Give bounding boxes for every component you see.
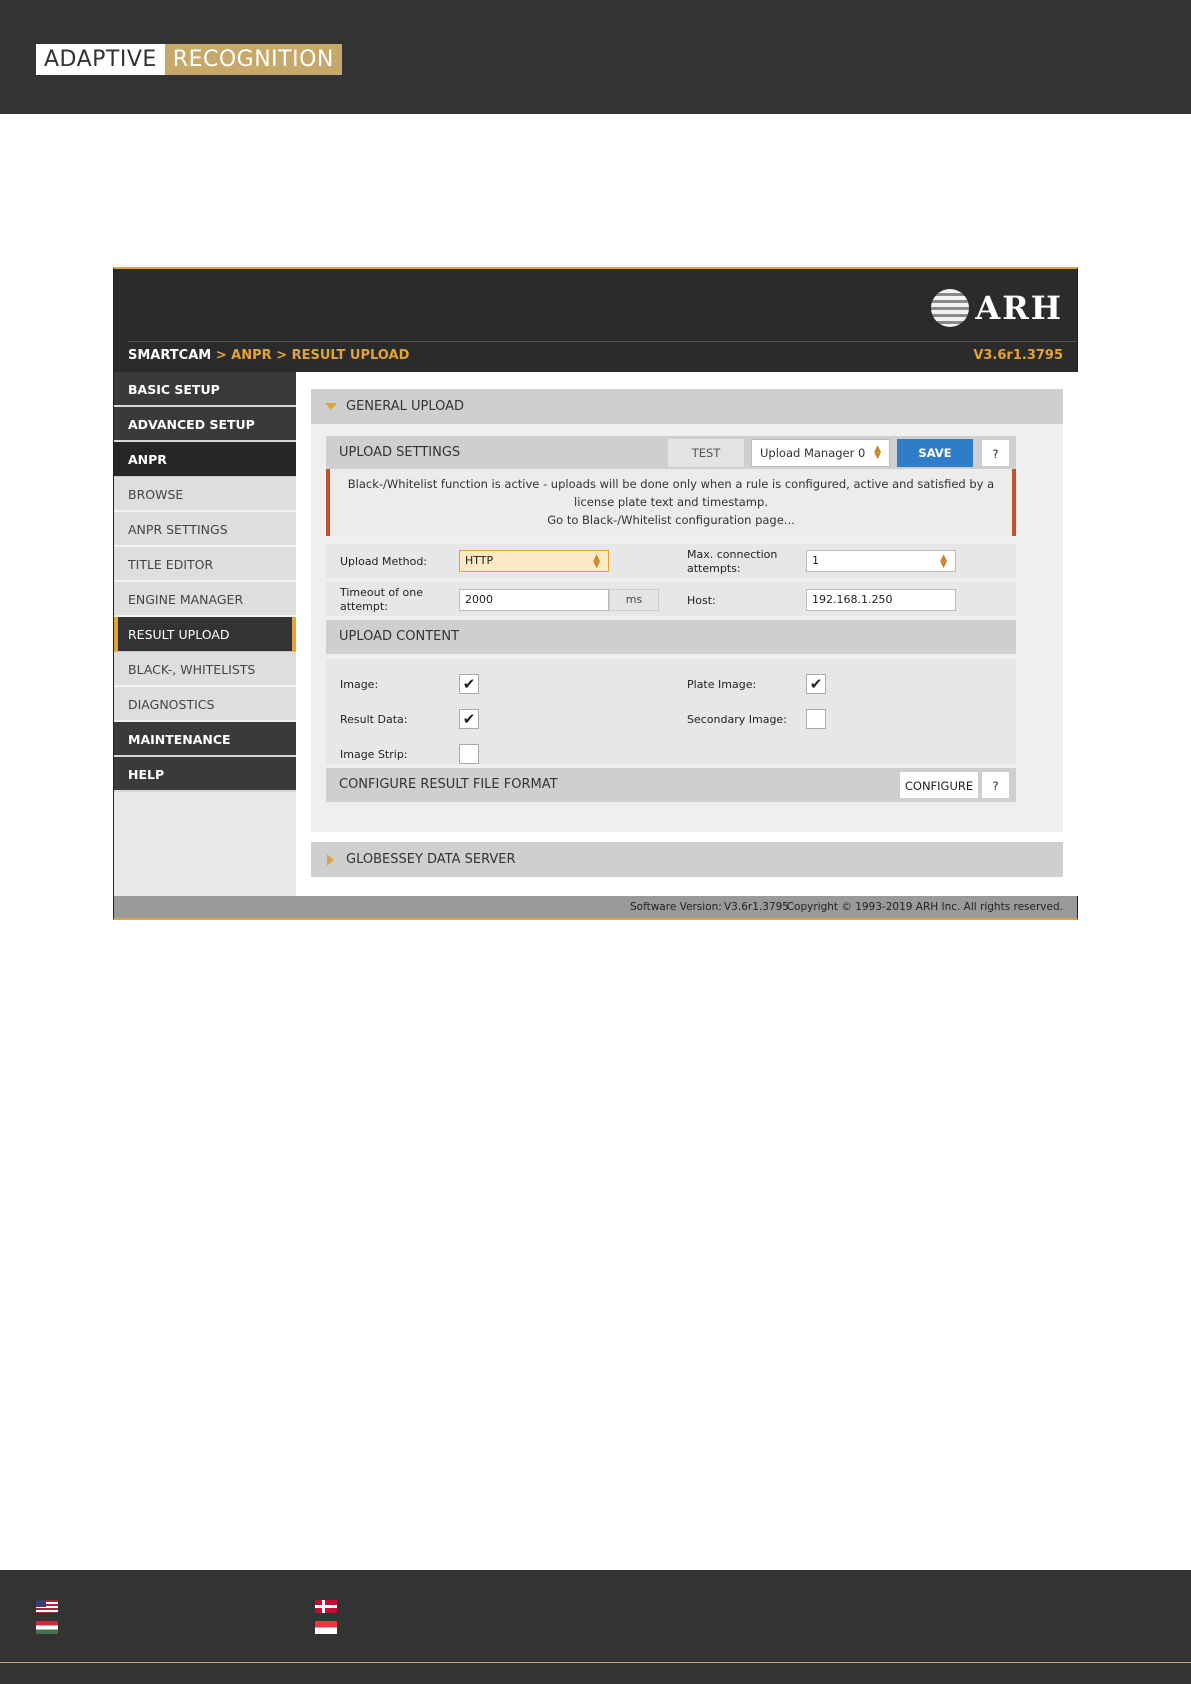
sidebar-item-anpr-settings[interactable]: ANPR SETTINGS — [114, 512, 296, 547]
flag-us-icon — [36, 1600, 58, 1613]
upload-method-select[interactable]: HTTP ▲ ▼ — [459, 550, 609, 572]
flag-dk-icon — [315, 1600, 337, 1613]
blacklist-alert: Black-/Whitelist function is active - up… — [326, 469, 1016, 536]
sidebar-item-black-whitelists[interactable]: BLACK-, WHITELISTS — [114, 652, 296, 687]
max-attempts-value: 1 — [812, 554, 819, 567]
page-header: ADAPTIVE RECOGNITION — [0, 0, 1191, 114]
timeout-label: Timeout of one attempt: — [340, 586, 423, 613]
app-header: ARH SMARTCAM > ANPR > RESULT UPLOAD V3.6… — [114, 269, 1077, 372]
main-content: GENERAL UPLOAD UPLOAD SETTINGS TEST Uplo… — [296, 372, 1078, 896]
host-input[interactable]: 192.168.1.250 — [806, 589, 956, 611]
file-format-title: CONFIGURE RESULT FILE FORMAT — [339, 777, 558, 792]
blacklist-config-link[interactable]: Go to Black-/Whitelist configuration pag… — [330, 511, 1012, 529]
triangle-right-icon — [327, 854, 334, 866]
alert-message: Black-/Whitelist function is active - up… — [347, 477, 995, 509]
upload-settings-title: UPLOAD SETTINGS — [339, 445, 461, 460]
plate-image-label: Plate Image: — [687, 678, 757, 691]
max-attempts-select[interactable]: 1 ▲ ▼ — [806, 550, 956, 572]
upload-manager-select[interactable]: Upload Manager 0 ▲ ▼ — [751, 439, 890, 467]
select-caret-icon: ▲ ▼ — [940, 553, 947, 570]
header-divider — [128, 341, 1077, 342]
breadcrumb-root[interactable]: SMARTCAM — [128, 348, 211, 363]
timeout-unit: ms — [609, 589, 659, 611]
footer-line — [0, 1662, 1191, 1663]
sidebar-item-maintenance[interactable]: MAINTENANCE — [114, 722, 296, 757]
plate-image-checkbox[interactable]: ✔ — [806, 674, 826, 694]
sidebar-item-browse[interactable]: BROWSE — [114, 477, 296, 512]
sidebar-item-advanced-setup[interactable]: ADVANCED SETUP — [114, 407, 296, 442]
triangle-down-icon — [325, 403, 337, 410]
image-label: Image: — [340, 678, 379, 691]
image-strip-checkbox[interactable] — [459, 744, 479, 764]
file-format-help-button[interactable]: ? — [981, 771, 1010, 799]
general-upload-header[interactable]: GENERAL UPLOAD — [311, 389, 1063, 424]
smartcam-screenshot: ARH SMARTCAM > ANPR > RESULT UPLOAD V3.6… — [113, 267, 1078, 920]
software-version-label: Software Version: — [630, 901, 722, 913]
flag-hu-icon — [36, 1621, 58, 1634]
sidebar-item-anpr[interactable]: ANPR — [114, 442, 296, 477]
adaptive-recognition-logo: ADAPTIVE RECOGNITION — [36, 44, 342, 75]
logo-text-left: ADAPTIVE — [36, 44, 165, 75]
breadcrumb: SMARTCAM > ANPR > RESULT UPLOAD — [128, 348, 409, 363]
result-data-checkbox[interactable]: ✔ — [459, 709, 479, 729]
sidebar-item-help[interactable]: HELP — [114, 757, 296, 792]
checkmark-icon: ✔ — [462, 710, 476, 728]
upload-content-bar: UPLOAD CONTENT — [326, 620, 1016, 654]
globessey-title: GLOBESSEY DATA SERVER — [346, 852, 516, 867]
image-strip-label: Image Strip: — [340, 748, 408, 761]
sidebar: BASIC SETUP ADVANCED SETUP ANPR BROWSE A… — [114, 372, 296, 896]
status-bar: Software Version: V3.6r1.3795 Copyright … — [114, 896, 1077, 918]
sidebar-item-diagnostics[interactable]: DIAGNOSTICS — [114, 687, 296, 722]
software-version-value: V3.6r1.3795 — [724, 901, 789, 913]
flag-sg-icon — [315, 1621, 337, 1634]
arh-logo-text: ARH — [975, 289, 1063, 327]
upload-settings-help-button[interactable]: ? — [981, 439, 1010, 467]
save-button[interactable]: SAVE — [897, 439, 973, 467]
upload-content-area — [326, 659, 1016, 764]
configure-button[interactable]: CONFIGURE — [899, 771, 979, 799]
upload-manager-value: Upload Manager 0 — [760, 446, 866, 460]
breadcrumb-path[interactable]: > ANPR > RESULT UPLOAD — [211, 348, 410, 363]
upload-method-value: HTTP — [465, 554, 494, 567]
timeout-input[interactable]: 2000 — [459, 589, 609, 611]
globessey-header[interactable]: GLOBESSEY DATA SERVER — [311, 842, 1063, 877]
sidebar-item-result-upload[interactable]: RESULT UPLOAD — [114, 617, 296, 652]
checkmark-icon: ✔ — [462, 675, 476, 693]
max-attempts-label: Max. connection attempts: — [687, 548, 778, 575]
sidebar-item-basic-setup[interactable]: BASIC SETUP — [114, 372, 296, 407]
general-upload-title: GENERAL UPLOAD — [346, 399, 465, 414]
select-caret-icon: ▲ ▼ — [874, 444, 881, 461]
version-label: V3.6r1.3795 — [973, 348, 1063, 363]
upload-content-title: UPLOAD CONTENT — [339, 629, 460, 644]
host-label: Host: — [687, 594, 716, 607]
page-footer — [0, 1570, 1191, 1684]
arh-logo: ARH — [931, 289, 1063, 327]
logo-text-right: RECOGNITION — [164, 44, 342, 75]
ball-logo-icon — [931, 289, 970, 327]
test-button[interactable]: TEST — [668, 439, 744, 467]
copyright-text: Copyright © 1993-2019 ARH Inc. All right… — [786, 901, 1063, 913]
result-data-label: Result Data: — [340, 713, 408, 726]
image-checkbox[interactable]: ✔ — [459, 674, 479, 694]
secondary-image-checkbox[interactable] — [806, 709, 826, 729]
secondary-image-label: Secondary Image: — [687, 713, 787, 726]
checkmark-icon: ✔ — [809, 675, 823, 693]
sidebar-item-title-editor[interactable]: TITLE EDITOR — [114, 547, 296, 582]
sidebar-item-engine-manager[interactable]: ENGINE MANAGER — [114, 582, 296, 617]
select-caret-icon: ▲ ▼ — [593, 553, 600, 570]
upload-method-label: Upload Method: — [340, 555, 428, 568]
